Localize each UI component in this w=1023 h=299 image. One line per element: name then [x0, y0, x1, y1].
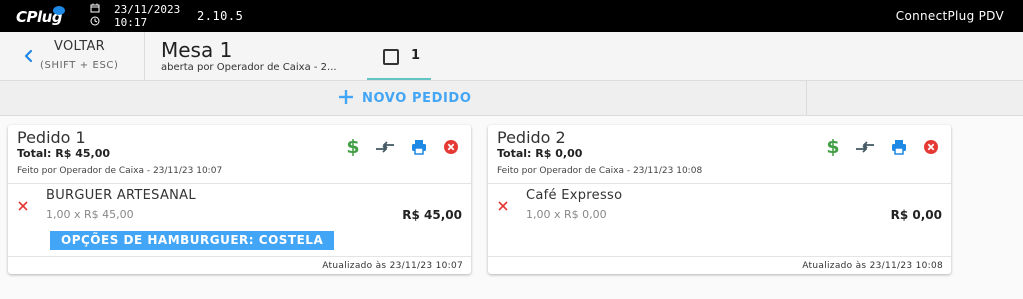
printer-icon [412, 140, 426, 155]
order-updated: Atualizado às 23/11/23 10:08 [802, 261, 943, 271]
transfer-icon [856, 141, 874, 153]
svg-text:$: $ [826, 136, 839, 156]
print-button[interactable] [889, 137, 909, 157]
action-bar: NOVO PEDIDO [0, 81, 1023, 116]
print-button[interactable] [409, 137, 429, 157]
top-bar: CPlug 23/11/2023 10:17 2.10.5 ConnectPlu… [0, 0, 1023, 32]
svg-text:$: $ [346, 136, 359, 156]
app-version: 2.10.5 [197, 9, 244, 23]
cancel-icon [924, 140, 938, 154]
divider [8, 183, 471, 184]
transfer-button[interactable] [375, 137, 395, 157]
table-subtitle: aberta por Operador de Caixa - 2... [161, 62, 337, 73]
order-meta: Feito por Operador de Caixa - 23/11/23 1… [497, 166, 703, 176]
divider [8, 256, 471, 257]
remove-item-button[interactable] [17, 200, 29, 212]
order-title: Pedido 2 [497, 128, 566, 147]
order-updated: Atualizado às 23/11/23 10:07 [322, 261, 463, 271]
order-title: Pedido 1 [17, 128, 86, 147]
plus-icon [339, 90, 353, 104]
divider [488, 183, 951, 184]
table-header: VOLTAR (SHIFT + ESC) Mesa 1 aberta por O… [0, 32, 1023, 81]
back-button[interactable]: VOLTAR (SHIFT + ESC) [0, 32, 145, 80]
transfer-button[interactable] [855, 137, 875, 157]
page-title: Mesa 1 [161, 38, 233, 62]
remove-item-button[interactable] [497, 200, 509, 212]
pay-button[interactable]: $ [823, 136, 843, 156]
cancel-order-button[interactable] [441, 137, 461, 157]
item-quantity: 1,00 x R$ 0,00 [526, 208, 607, 221]
logo-bubble-icon [53, 6, 65, 15]
order-total: Total: R$ 45,00 [17, 147, 111, 160]
tab-label: 1 [411, 48, 421, 63]
chevron-left-icon [24, 49, 33, 63]
dollar-icon: $ [826, 136, 839, 156]
app-logo: CPlug [16, 6, 66, 28]
divider [488, 256, 951, 257]
tab-select-1[interactable]: 1 [367, 32, 431, 80]
order-total: Total: R$ 0,00 [497, 147, 583, 160]
datetime-icons [90, 3, 102, 29]
clock-icon [90, 16, 100, 26]
item-quantity: 1,00 x R$ 45,00 [46, 208, 134, 221]
new-order-button[interactable]: NOVO PEDIDO [0, 81, 807, 115]
printer-icon [892, 140, 906, 155]
order-card: Pedido 2 Total: R$ 0,00 Feito por Operad… [488, 125, 951, 274]
pay-button[interactable]: $ [343, 136, 363, 156]
cancel-order-button[interactable] [921, 137, 941, 157]
checkbox[interactable] [383, 49, 399, 65]
calendar-icon [90, 3, 100, 13]
app-name: ConnectPlug PDV [895, 9, 1004, 23]
datetime: 23/11/2023 10:17 [114, 3, 180, 29]
order-meta: Feito por Operador de Caixa - 23/11/23 1… [17, 166, 223, 176]
new-order-label: NOVO PEDIDO [362, 91, 472, 106]
item-name: BURGUER ARTESANAL [46, 188, 196, 203]
item-price: R$ 0,00 [890, 208, 942, 222]
current-date: 23/11/2023 [114, 3, 181, 16]
dollar-icon: $ [346, 136, 359, 156]
current-time: 10:17 [114, 16, 148, 29]
back-shortcut-hint: (SHIFT + ESC) [40, 60, 119, 71]
item-option-chip: OPÇÕES DE HAMBURGUER: COSTELA [50, 231, 335, 250]
item-price: R$ 45,00 [402, 208, 462, 222]
item-name: Café Expresso [526, 188, 623, 203]
back-label: VOLTAR [54, 39, 106, 54]
order-card: Pedido 1 Total: R$ 45,00 Feito por Opera… [8, 125, 471, 274]
cancel-icon [444, 140, 458, 154]
transfer-icon [376, 141, 394, 153]
